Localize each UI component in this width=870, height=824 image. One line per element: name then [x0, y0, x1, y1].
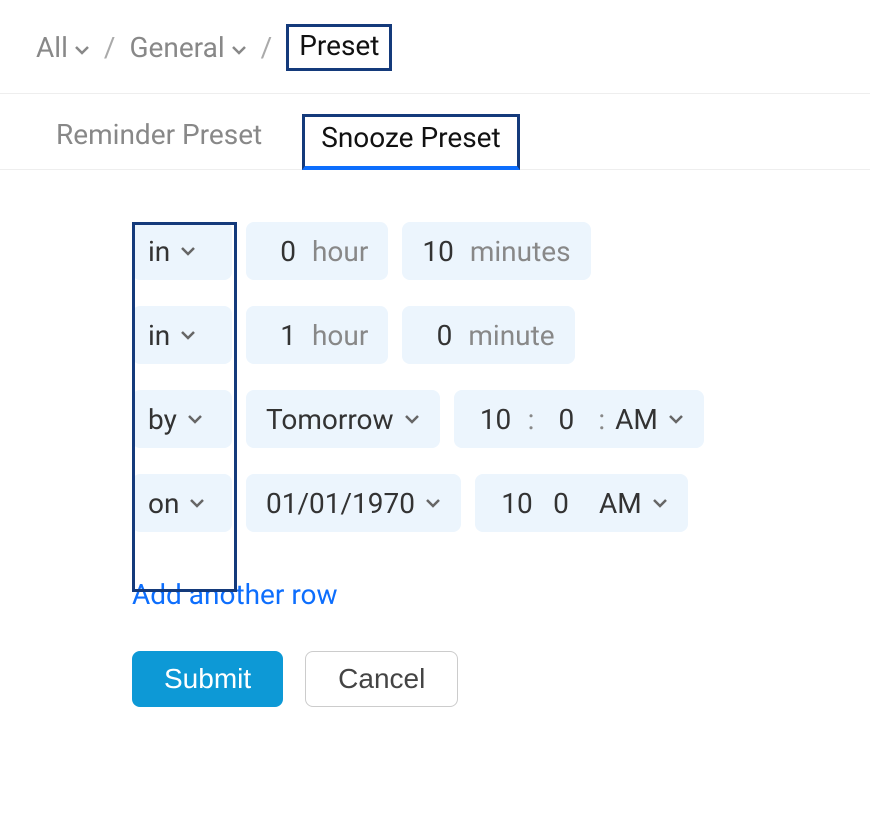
- tab-snooze-preset[interactable]: Snooze Preset: [302, 114, 519, 170]
- date-value: 01/01/1970: [266, 487, 415, 520]
- breadcrumb-separator: /: [104, 31, 116, 64]
- minutes-field[interactable]: 10 minutes: [402, 222, 590, 280]
- chevron-down-icon: [425, 495, 441, 511]
- hour-value: 10: [495, 487, 539, 520]
- chevron-down-icon: [74, 42, 90, 58]
- chevron-down-icon: [187, 411, 203, 427]
- minute-unit-label: minute: [468, 319, 554, 352]
- breadcrumb-all[interactable]: All: [36, 31, 90, 64]
- breadcrumb-current: Preset: [286, 24, 392, 71]
- time-field[interactable]: 10 0 AM: [475, 474, 688, 532]
- chevron-down-icon: [231, 42, 247, 58]
- submit-button[interactable]: Submit: [132, 651, 283, 707]
- ampm-value: AM: [599, 487, 642, 520]
- hours-value: 0: [266, 235, 296, 268]
- cancel-button[interactable]: Cancel: [305, 651, 458, 707]
- chevron-down-icon: [189, 495, 205, 511]
- hours-field[interactable]: 1 hour: [246, 306, 388, 364]
- mode-select[interactable]: on: [132, 474, 232, 532]
- preset-form: in 0 hour 10 minutes in 1 hour 0: [0, 170, 870, 719]
- tabs: Reminder Preset Snooze Preset: [0, 94, 870, 170]
- time-field[interactable]: 10 : 0 : AM: [454, 390, 704, 448]
- minutes-field[interactable]: 0 minute: [402, 306, 574, 364]
- hour-unit-label: hour: [312, 319, 368, 352]
- form-actions: Submit Cancel: [132, 651, 842, 707]
- time-separator: :: [598, 403, 605, 436]
- chevron-down-icon: [652, 495, 668, 511]
- breadcrumb-general[interactable]: General: [129, 31, 246, 64]
- preset-row: in 1 hour 0 minute: [132, 306, 704, 364]
- ampm-value: AM: [615, 403, 658, 436]
- mode-value: in: [148, 235, 170, 268]
- day-select[interactable]: Tomorrow: [246, 390, 440, 448]
- hours-value: 1: [266, 319, 296, 352]
- minute-unit-label: minutes: [470, 235, 571, 268]
- add-row-button[interactable]: Add another row: [132, 578, 842, 611]
- day-value: Tomorrow: [266, 403, 394, 436]
- minute-value: 0: [544, 403, 588, 436]
- breadcrumb-general-label: General: [129, 31, 224, 64]
- minutes-value: 10: [422, 235, 453, 268]
- minute-value: 0: [539, 487, 583, 520]
- hour-value: 10: [474, 403, 518, 436]
- mode-select[interactable]: in: [132, 306, 232, 364]
- minutes-value: 0: [422, 319, 452, 352]
- hours-field[interactable]: 0 hour: [246, 222, 388, 280]
- chevron-down-icon: [668, 411, 684, 427]
- time-separator: :: [528, 403, 535, 436]
- breadcrumb-all-label: All: [36, 31, 68, 64]
- hour-unit-label: hour: [312, 235, 368, 268]
- chevron-down-icon: [180, 243, 196, 259]
- tab-reminder-preset[interactable]: Reminder Preset: [52, 114, 266, 169]
- mode-select[interactable]: in: [132, 222, 232, 280]
- preset-row: by Tomorrow 10 : 0 : AM: [132, 390, 704, 448]
- mode-value: by: [148, 403, 177, 436]
- preset-row: on 01/01/1970 10 0 AM: [132, 474, 704, 532]
- mode-value: in: [148, 319, 170, 352]
- mode-select[interactable]: by: [132, 390, 232, 448]
- preset-row: in 0 hour 10 minutes: [132, 222, 704, 280]
- breadcrumb-separator: /: [261, 31, 273, 64]
- mode-value: on: [148, 487, 179, 520]
- chevron-down-icon: [404, 411, 420, 427]
- date-select[interactable]: 01/01/1970: [246, 474, 461, 532]
- chevron-down-icon: [180, 327, 196, 343]
- breadcrumb: All / General / Preset: [0, 0, 870, 93]
